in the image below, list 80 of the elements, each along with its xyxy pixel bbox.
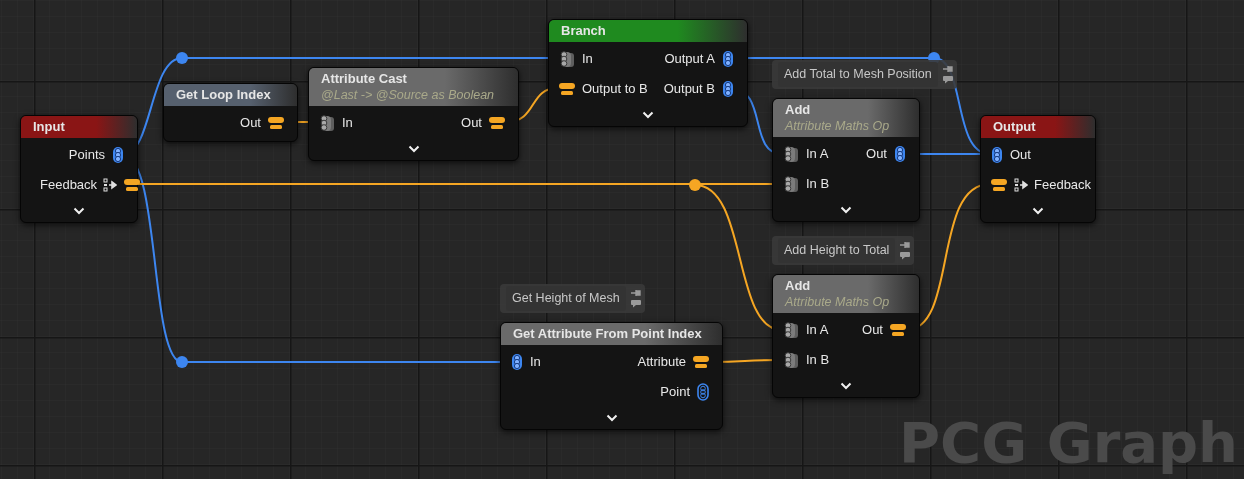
node-title: Attribute Cast <box>321 71 408 87</box>
node-subtitle: @Last -> @Source as Boolean <box>321 87 496 103</box>
any-pin-icon[interactable] <box>782 351 800 369</box>
pin-icon[interactable] <box>941 65 954 74</box>
pin-label: Output A <box>664 50 715 69</box>
point-pin-icon[interactable] <box>696 383 710 401</box>
pin-label: Out <box>461 114 482 133</box>
attribute-pin-icon[interactable] <box>990 178 1008 192</box>
pin-label: In A <box>806 321 829 340</box>
pin-label: Out <box>1010 146 1031 165</box>
comment-bubble[interactable]: Add Height to Total <box>772 236 915 265</box>
feedback-icon <box>103 178 118 192</box>
node-subtitle: Attribute Maths Op <box>785 294 891 310</box>
pin-label: In <box>530 353 541 372</box>
pin-label: Output to B <box>582 80 648 99</box>
comment-text: Get Height of Mesh <box>506 286 626 311</box>
node-title: Get Attribute From Point Index <box>513 326 703 342</box>
feedback-icon <box>1014 178 1028 192</box>
node-title: Branch <box>561 23 607 39</box>
attribute-pin-icon[interactable] <box>889 323 907 337</box>
pin-label: In B <box>806 351 830 370</box>
reroute-node[interactable] <box>176 52 188 64</box>
pin-label: Out <box>862 321 883 340</box>
node-title: Add <box>785 278 812 294</box>
comment-icon[interactable] <box>941 75 954 85</box>
any-pin-icon[interactable] <box>782 145 800 163</box>
node-subtitle: Attribute Maths Op <box>785 118 891 134</box>
comment-text: Add Total to Mesh Position <box>778 62 938 87</box>
points-pin-icon[interactable] <box>990 146 1004 164</box>
reroute-node[interactable] <box>689 179 701 191</box>
pin-label: In B <box>806 175 830 194</box>
any-pin-icon[interactable] <box>318 114 336 132</box>
points-pin-icon[interactable] <box>721 50 735 68</box>
pin-label: In <box>582 50 593 69</box>
graph-node[interactable]: Input Points Feedback <box>20 115 138 223</box>
chevron-down-icon[interactable] <box>73 207 85 215</box>
chevron-down-icon[interactable] <box>840 382 852 390</box>
comment-text: Add Height to Total <box>778 238 896 263</box>
chevron-down-icon[interactable] <box>1032 207 1044 215</box>
points-pin-icon[interactable] <box>111 146 125 164</box>
graph-node[interactable]: Attribute Cast @Last -> @Source as Boolean In Out <box>308 67 519 161</box>
pin-label: Feedback <box>1034 176 1092 195</box>
attribute-pin-icon[interactable] <box>558 82 576 96</box>
pin-label: In <box>342 114 353 133</box>
pin-label: Feedback <box>40 176 98 195</box>
comment-bubble[interactable]: Add Total to Mesh Position <box>772 60 957 89</box>
chevron-down-icon[interactable] <box>605 414 618 422</box>
pin-label: Output B <box>663 80 715 99</box>
pin-label: Out <box>240 114 261 133</box>
reroute-node[interactable] <box>176 356 188 368</box>
node-title: Get Loop Index <box>176 87 272 103</box>
attribute-pin-icon[interactable] <box>267 116 285 130</box>
pin-label: Points <box>68 146 105 165</box>
chevron-down-icon[interactable] <box>642 111 654 119</box>
pin-label: Point <box>660 383 690 402</box>
node-title: Add <box>785 102 812 118</box>
any-pin-icon[interactable] <box>558 50 576 68</box>
attribute-pin-icon[interactable] <box>488 116 506 130</box>
any-pin-icon[interactable] <box>782 321 800 339</box>
pin-label: Out <box>866 145 887 164</box>
chevron-down-icon[interactable] <box>840 206 852 214</box>
chevron-down-icon[interactable] <box>407 145 420 153</box>
any-pin-icon[interactable] <box>782 175 800 193</box>
pin-label: In A <box>806 145 829 164</box>
graph-node[interactable]: Branch In Output A Output to B Output B <box>548 19 748 127</box>
points-pin-icon[interactable] <box>893 145 907 163</box>
graph-node[interactable]: Get Loop Index Out <box>163 83 298 142</box>
attribute-pin-icon[interactable] <box>123 178 142 192</box>
pin-label: Attribute <box>637 353 686 372</box>
graph-node[interactable]: Output Out Feedback <box>980 115 1096 223</box>
node-title: Output <box>993 119 1037 135</box>
points-pin-icon[interactable] <box>721 80 735 98</box>
pin-icon[interactable] <box>629 289 642 298</box>
pin-icon[interactable] <box>899 241 912 250</box>
attribute-pin-icon[interactable] <box>692 355 710 369</box>
comment-icon[interactable] <box>899 251 912 261</box>
points-pin-icon[interactable] <box>510 353 524 371</box>
comment-bubble[interactable]: Get Height of Mesh <box>500 284 645 313</box>
comment-icon[interactable] <box>629 299 642 309</box>
node-title: Input <box>33 119 66 135</box>
